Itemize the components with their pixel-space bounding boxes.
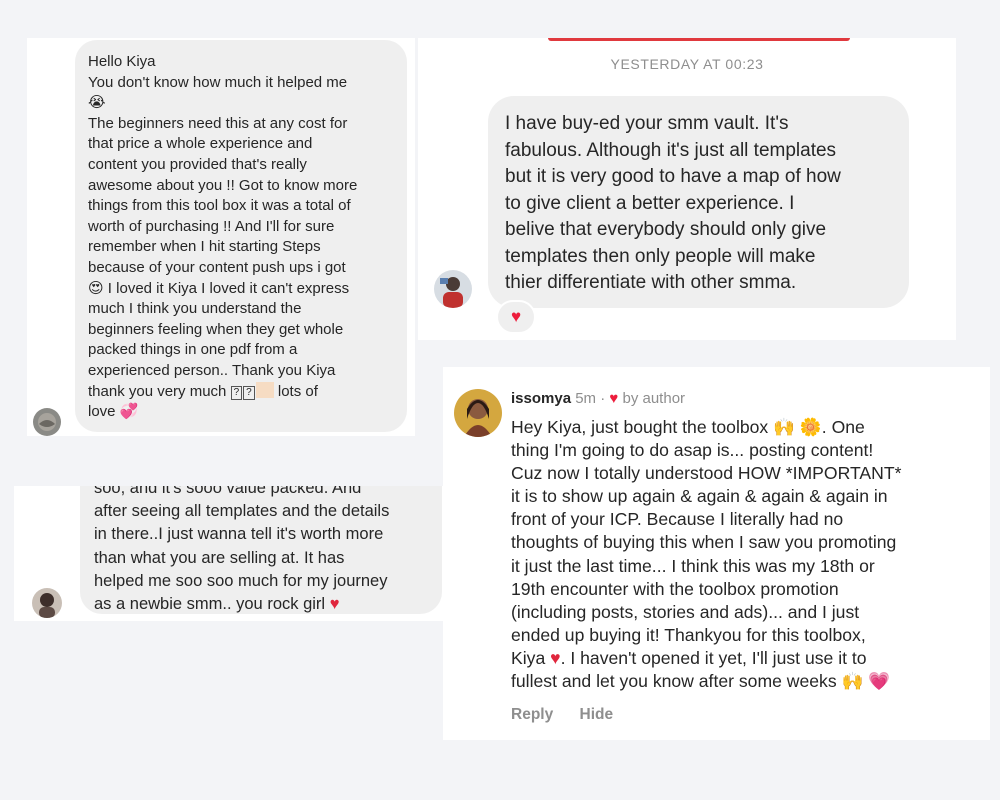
comment-segment: fullest and let you know after some week… [511, 671, 864, 692]
by-author-label: by author [622, 390, 686, 407]
avatar[interactable] [32, 588, 62, 618]
comment-line: (including posts, stories and ads)... an… [511, 601, 860, 622]
meta-separator: · [600, 390, 606, 407]
message-line: helped me soo soo much for my journey [94, 571, 388, 590]
message-text: I have buy-ed your smm vault. It's fabul… [505, 111, 841, 297]
message-line: thier differentiate with other smma. [505, 272, 797, 293]
message-line: beginners feeling when they get whole [88, 320, 344, 338]
comment-line: front of your ICP. Because I literally h… [511, 509, 844, 530]
message-line: belive that everybody should only give [505, 219, 827, 240]
heart-reaction-icon[interactable]: ♥ [496, 300, 536, 334]
message-line: Hello Kiya [88, 53, 156, 70]
comment-line: 19th encounter with the toolbox promotio… [511, 578, 839, 599]
comment-time: 5m [575, 390, 597, 407]
message-line: but it is very good to have a map of how [505, 166, 841, 187]
comment-line: thing I'm going to do asap is... posting… [511, 440, 874, 461]
comment-meta: issomya 5m · ♥ by author [511, 390, 685, 407]
comment-line: fullest and let you know after some week… [511, 670, 901, 693]
message-line: I have buy-ed your smm vault. It's [505, 113, 789, 134]
message-line: content you provided that's really [88, 155, 307, 173]
comment-segment: Kiya [511, 647, 546, 668]
message-line: because of your content push ups i got [88, 258, 346, 276]
comment-text: Hey Kiya, just bought the toolbox 🙌 🌼. O… [511, 416, 901, 693]
message-line: remember when I hit starting Steps [88, 238, 321, 256]
message-line: awesome about you !! Got to know more [88, 176, 358, 194]
message-text: soo, and it's sooo value packed. And aft… [94, 486, 389, 616]
comment-actions: Reply Hide [511, 706, 635, 724]
message-line: worth of purchasing !! And I'll for sure [88, 217, 335, 235]
message-line: 😍 I loved it Kiya I loved it can't expre… [88, 279, 350, 297]
dm-card-left: Hello Kiya You don't know how much it he… [27, 38, 415, 436]
message-line: to give client a better experience. I [505, 192, 795, 214]
message-line: after seeing all templates and the detai… [94, 502, 390, 521]
red-heart-icon: ♥ [329, 595, 340, 614]
message-line: templates then only people will make [505, 245, 816, 267]
comment-line: Cuz now I totally understood HOW *IMPORT… [511, 463, 902, 484]
crying-emoji: 😭 [88, 94, 106, 112]
message-segment: thank you very much [88, 382, 227, 400]
message-timestamp: YESTERDAY AT 00:23 [610, 56, 764, 72]
skin-tone-swatch [255, 381, 274, 398]
message-line: much I think you understand the [88, 300, 302, 318]
liked-by-author-heart-icon: ♥ [609, 390, 619, 407]
comment-line: Hey Kiya, just bought the toolbox 🙌 🌼. O… [511, 417, 865, 437]
comment-line: it is to show up again & again & again &… [511, 486, 888, 507]
message-line: packed things in one pdf from a [88, 341, 298, 359]
dm-card-partial: soo, and it's sooo value packed. And aft… [14, 486, 448, 621]
pink-heart-icon: 💗 [868, 671, 891, 692]
missing-glyph-box: ? [243, 385, 255, 400]
message-text: Hello Kiya You don't know how much it he… [88, 52, 357, 423]
reply-button[interactable]: Reply [511, 706, 553, 723]
message-bubble[interactable]: I have buy-ed your smm vault. It's fabul… [488, 96, 909, 308]
avatar[interactable] [33, 408, 61, 436]
message-bubble[interactable]: Hello Kiya You don't know how much it he… [75, 40, 407, 432]
message-segment: lots of [277, 382, 318, 400]
message-line: in there..I just wanna tell it's worth m… [94, 525, 384, 544]
message-segment: as a newbie smm.. you rock girl [94, 595, 326, 614]
message-line: fabulous. Although it's just all templat… [505, 139, 837, 161]
message-line: that price a whole experience and [88, 135, 313, 153]
message-line: than what you are selling at. It has [94, 548, 345, 567]
comment-line: ended up buying it! Thankyou for this to… [511, 624, 866, 645]
message-line: love 💞 [88, 403, 139, 421]
avatar[interactable] [454, 389, 502, 437]
dm-card-right: YESTERDAY AT 00:23 I have buy-ed your sm… [418, 38, 956, 340]
message-line: thank you very much ?? lots of [88, 381, 357, 403]
message-line: as a newbie smm.. you rock girl ♥ [94, 593, 389, 616]
username-link[interactable]: issomya [511, 390, 571, 407]
message-line: The beginners need this at any cost for [88, 114, 348, 132]
avatar[interactable] [434, 270, 472, 308]
hide-button[interactable]: Hide [580, 706, 614, 723]
red-divider [548, 38, 850, 41]
comment-line: thoughts of buying this when I saw you p… [511, 532, 897, 553]
comment-line: Kiya ♥. I haven't opened it yet, I'll ju… [511, 647, 901, 670]
comment-card: issomya 5m · ♥ by author Hey Kiya, just … [443, 367, 990, 740]
message-line: experienced person.. Thank you Kiya [88, 361, 336, 379]
message-line: You don't know how much it helped me [88, 73, 348, 91]
comment-line: it just the last time... I think this wa… [511, 555, 875, 576]
comment-segment: . I haven't opened it yet, I'll just use… [560, 647, 867, 668]
message-line: soo, and it's sooo value packed. And [94, 486, 362, 497]
missing-glyph-box: ? [230, 385, 243, 400]
red-heart-icon: ♥ [550, 647, 561, 668]
message-line: things from this tool box it was a total… [88, 197, 351, 215]
